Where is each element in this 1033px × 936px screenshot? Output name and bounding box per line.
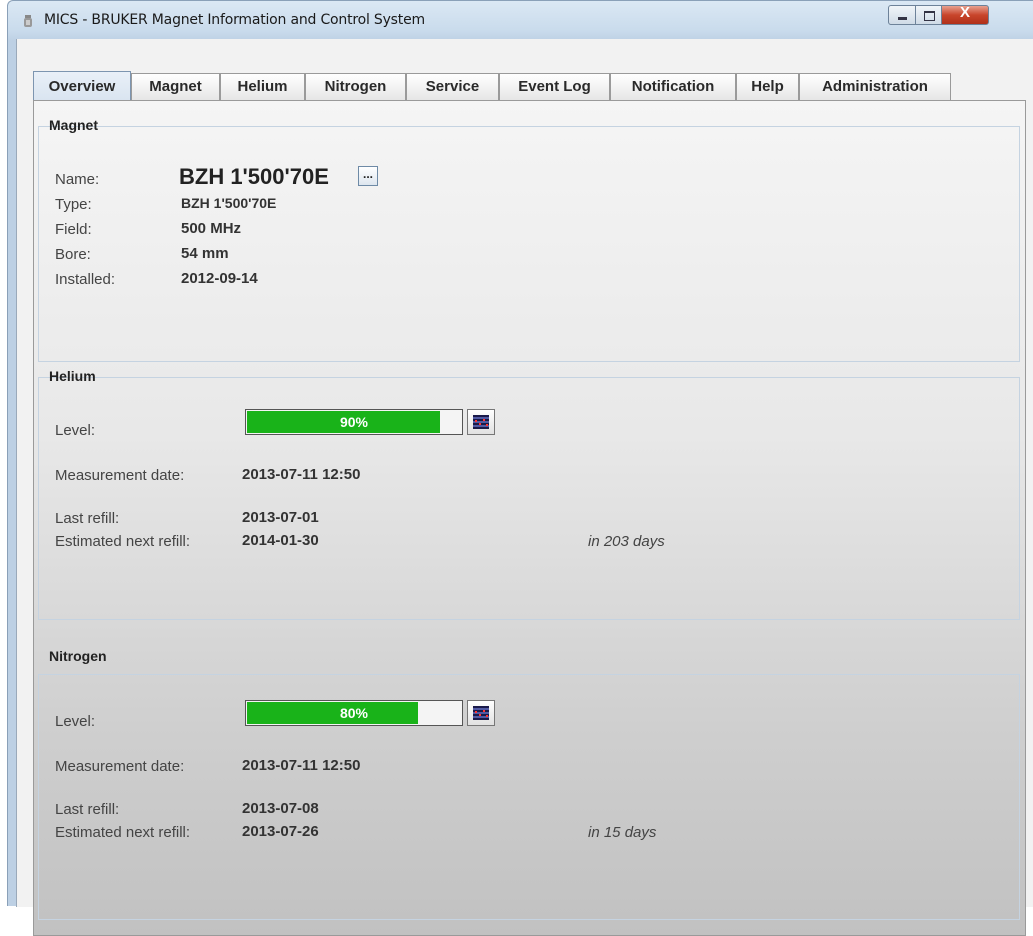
tab-service[interactable]: Service	[406, 73, 499, 100]
installed-value: 2012-09-14	[181, 270, 258, 287]
minimize-icon	[898, 17, 907, 20]
helium-next-refill-label: Estimated next refill:	[55, 533, 191, 550]
magnet-name: BZH 1'500'70E	[179, 164, 329, 189]
name-label: Name:	[55, 171, 100, 188]
nitrogen-measurement-value: 2013-07-11 12:50	[242, 757, 361, 774]
edit-name-button[interactable]: ...	[358, 166, 378, 186]
title-bar[interactable]: MICS - BRUKER Magnet Information and Con…	[8, 1, 1033, 39]
tab-administration[interactable]: Administration	[799, 73, 951, 100]
app-window: MICS - BRUKER Magnet Information and Con…	[7, 0, 1033, 936]
window-title: MICS - BRUKER Magnet Information and Con…	[44, 12, 425, 28]
type-value: BZH 1'500'70E	[181, 195, 277, 211]
minimize-button[interactable]	[888, 5, 916, 25]
installed-label: Installed:	[55, 271, 116, 288]
helium-next-refill-value: 2014-01-30	[242, 532, 319, 549]
field-value: 500 MHz	[181, 220, 242, 237]
maximize-button[interactable]	[915, 5, 942, 25]
nitrogen-level-label: Level:	[55, 713, 96, 730]
nitrogen-level-bar: 80%	[245, 700, 463, 726]
helium-last-refill-label: Last refill:	[55, 510, 120, 527]
overview-panel: Magnet Name: BZH 1'500'70E ... Type: BZH…	[33, 100, 1026, 936]
nitrogen-last-refill-value: 2013-07-08	[242, 800, 319, 817]
helium-group: Helium Level: 90% Measurement date: 2013…	[38, 368, 1020, 620]
bore-label: Bore:	[55, 246, 91, 263]
nitrogen-level-text: 80%	[339, 705, 369, 721]
nitrogen-next-refill-value: 2013-07-26	[242, 823, 319, 840]
nitrogen-last-refill-label: Last refill:	[55, 801, 120, 818]
tab-overview[interactable]: Overview	[33, 71, 131, 101]
tab-helium[interactable]: Helium	[220, 73, 305, 100]
nitrogen-history-button[interactable]	[467, 700, 495, 726]
bore-value: 54 mm	[181, 245, 229, 262]
nitrogen-next-refill-countdown: in 15 days	[588, 824, 657, 841]
client-area: Overview Magnet Helium Nitrogen Service …	[16, 39, 1033, 936]
tab-notification[interactable]: Notification	[610, 73, 736, 100]
field-label: Field:	[55, 221, 92, 238]
type-label: Type:	[55, 196, 92, 213]
app-icon	[24, 15, 32, 27]
chart-icon	[473, 706, 489, 720]
helium-group-title: Helium	[49, 368, 96, 384]
tab-magnet[interactable]: Magnet	[131, 73, 220, 100]
close-button[interactable]: X	[941, 4, 989, 25]
nitrogen-group-title: Nitrogen	[49, 648, 107, 664]
nitrogen-measurement-label: Measurement date:	[55, 758, 185, 775]
magnet-group: Magnet Name: BZH 1'500'70E ... Type: BZH…	[38, 117, 1020, 362]
chart-icon	[473, 415, 489, 429]
helium-level-text: 90%	[339, 414, 369, 430]
helium-measurement-label: Measurement date:	[55, 467, 185, 484]
tab-nitrogen[interactable]: Nitrogen	[305, 73, 406, 100]
helium-last-refill-value: 2013-07-01	[242, 509, 319, 526]
helium-measurement-value: 2013-07-11 12:50	[242, 466, 361, 483]
nitrogen-next-refill-label: Estimated next refill:	[55, 824, 191, 841]
helium-level-bar: 90%	[245, 409, 463, 435]
helium-level-label: Level:	[55, 422, 96, 439]
nitrogen-group: Nitrogen Level: 80% Measurement date: 20…	[38, 648, 1020, 920]
helium-next-refill-countdown: in 203 days	[588, 533, 665, 550]
helium-history-button[interactable]	[467, 409, 495, 435]
maximize-icon	[924, 11, 935, 21]
tab-event-log[interactable]: Event Log	[499, 73, 610, 100]
tab-help[interactable]: Help	[736, 73, 799, 100]
close-icon: X	[959, 4, 970, 21]
magnet-group-title: Magnet	[49, 117, 98, 133]
